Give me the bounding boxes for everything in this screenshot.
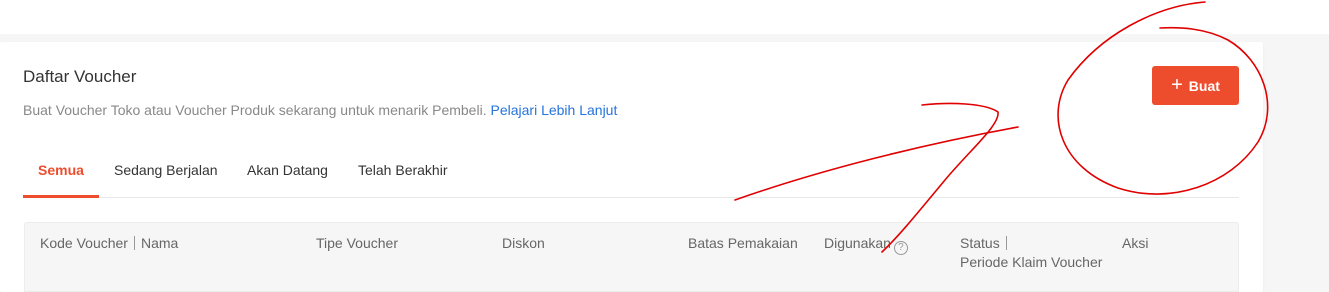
column-code: Kode Voucher bbox=[40, 235, 128, 251]
column-used: Digunakan? bbox=[824, 234, 908, 255]
column-status-period: Status Periode Klaim Voucher bbox=[960, 234, 1102, 272]
column-actions: Aksi bbox=[1122, 235, 1149, 251]
learn-more-link[interactable]: Pelajari Lebih Lanjut bbox=[490, 102, 617, 118]
column-name: Nama bbox=[140, 235, 179, 251]
column-divider bbox=[1005, 236, 1007, 250]
voucher-tabs: Semua Sedang Berjalan Akan Datang Telah … bbox=[23, 147, 1239, 198]
voucher-list-card: Daftar Voucher Buat Voucher Toko atau Vo… bbox=[0, 42, 1263, 292]
help-icon[interactable]: ? bbox=[893, 241, 908, 255]
column-status: Status bbox=[960, 235, 1000, 251]
tab-all[interactable]: Semua bbox=[23, 147, 99, 198]
top-bar bbox=[0, 0, 1329, 34]
tab-ongoing[interactable]: Sedang Berjalan bbox=[114, 147, 218, 198]
column-used-label: Digunakan bbox=[824, 235, 891, 251]
column-discount: Diskon bbox=[502, 235, 545, 251]
column-divider bbox=[133, 236, 135, 250]
page-title: Daftar Voucher bbox=[23, 67, 137, 86]
column-type: Tipe Voucher bbox=[316, 235, 398, 251]
column-limit: Batas Pemakaian bbox=[688, 235, 798, 251]
tab-upcoming[interactable]: Akan Datang bbox=[247, 147, 328, 198]
tab-ended[interactable]: Telah Berakhir bbox=[358, 147, 448, 198]
create-voucher-button[interactable]: + Buat bbox=[1152, 66, 1239, 105]
subtitle-text: Buat Voucher Toko atau Voucher Produk se… bbox=[23, 102, 487, 118]
create-button-label: Buat bbox=[1188, 77, 1220, 94]
column-code-name: Kode Voucher Nama bbox=[40, 234, 178, 253]
plus-icon: + bbox=[1171, 73, 1183, 96]
column-period: Periode Klaim Voucher bbox=[960, 254, 1103, 270]
voucher-table-header: Kode Voucher Nama Tipe Voucher Diskon Bat… bbox=[24, 222, 1239, 292]
page-subtitle: Buat Voucher Toko atau Voucher Produk se… bbox=[23, 102, 617, 118]
